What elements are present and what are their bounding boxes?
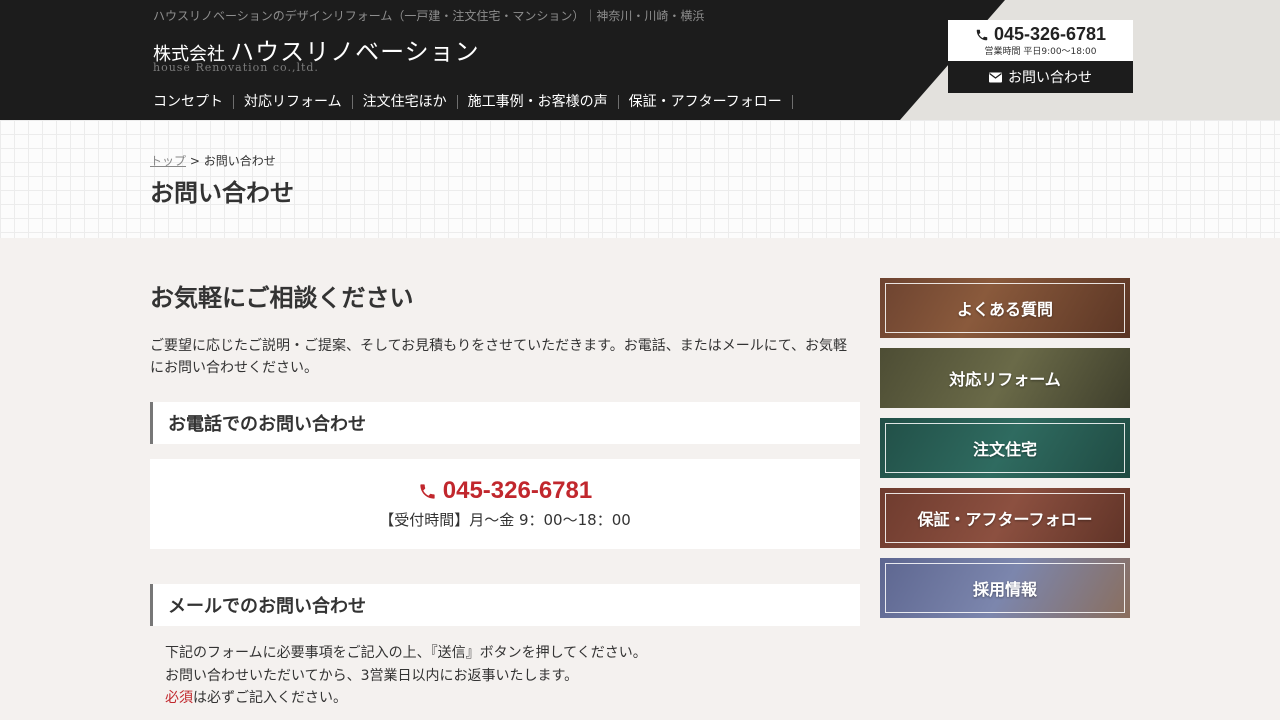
phone-section-heading: お電話でのお問い合わせ	[150, 402, 860, 444]
page-title: お問い合わせ	[150, 179, 294, 207]
lead-heading: お気軽にご相談ください	[150, 284, 414, 312]
lead-paragraph: ご要望に応じたご説明・ご提案、そしてお見積もりをさせていただきます。お電話、また…	[150, 338, 848, 376]
mail-section-heading: メールでのお問い合わせ	[150, 584, 860, 626]
sidebar-item-warranty[interactable]: 保証・アフターフォロー	[880, 488, 1130, 548]
header-tel-box[interactable]: 045-326-6781 営業時間 平日9:00〜18:00	[948, 20, 1133, 61]
breadcrumb-separator: >	[186, 154, 204, 168]
nav-item-warranty[interactable]: 保証・アフターフォロー	[629, 95, 793, 109]
global-nav: コンセプト 対応リフォーム 注文住宅ほか 施工事例・お客様の声 保証・アフターフ…	[153, 95, 803, 109]
phone-card: 045-326-6781 【受付時間】月〜金 9：00〜18：00	[150, 459, 860, 549]
form-intro-line-2: お問い合わせいただいてから、3営業日以内にお返事いたします。	[165, 667, 579, 684]
header-tel-number: 045-326-6781	[993, 24, 1107, 44]
sidebar-item-recruit[interactable]: 採用情報	[880, 558, 1130, 618]
form-intro-line-1: 下記のフォームに必要事項をご記入の上、『送信』ボタンを押してください。	[165, 645, 647, 661]
header-hours: 営業時間 平日9:00〜18:00	[984, 47, 1097, 57]
breadcrumb-current: お問い合わせ	[203, 154, 276, 168]
sidebar-item-label: 採用情報	[972, 580, 1037, 599]
nav-item-custom-home[interactable]: 注文住宅ほか	[363, 95, 458, 109]
nav-item-reform[interactable]: 対応リフォーム	[244, 95, 353, 109]
sidebar-item-custom-home[interactable]: 注文住宅	[880, 418, 1130, 478]
required-label: 必須	[165, 690, 193, 706]
site-tagline: ハウスリノベーションのデザインリフォーム（一戸建・注文住宅・マンション）｜神奈川…	[153, 9, 705, 23]
sidebar: よくある質問 対応リフォーム 注文住宅 保証・アフターフォロー 採用情報	[880, 278, 1130, 628]
header-tel: 045-326-6781	[948, 24, 1133, 45]
breadcrumb-home-link[interactable]: トップ	[150, 154, 186, 168]
site-header: ハウスリノベーションのデザインリフォーム（一戸建・注文住宅・マンション）｜神奈川…	[0, 0, 1280, 120]
phone-number: 045-326-6781	[442, 477, 593, 504]
phone-number-link[interactable]: 045-326-6781	[418, 477, 592, 505]
page-title-band: トップ > お問い合わせ お問い合わせ	[0, 120, 1280, 238]
sidebar-item-label: 保証・アフターフォロー	[917, 510, 1093, 529]
main-content: お気軽にご相談ください ご要望に応じたご説明・ご提案、そしてお見積もりをさせてい…	[150, 278, 860, 710]
phone-icon	[420, 483, 435, 499]
sidebar-item-reform[interactable]: 対応リフォーム	[880, 348, 1130, 408]
phone-icon	[976, 30, 988, 41]
nav-item-concept[interactable]: コンセプト	[153, 95, 234, 109]
phone-hours: 【受付時間】月〜金 9：00〜18：00	[379, 511, 631, 529]
header-contact-button[interactable]: お問い合わせ	[948, 61, 1133, 93]
form-intro: 下記のフォームに必要事項をご記入の上、『送信』ボタンを押してください。 お問い合…	[150, 642, 860, 710]
form-intro-line-3: 必須は必ずご記入ください。	[165, 687, 860, 710]
breadcrumb: トップ > お問い合わせ	[150, 152, 276, 169]
sidebar-item-label: よくある質問	[956, 300, 1053, 319]
required-note: は必ずご記入ください。	[193, 690, 347, 706]
envelope-icon	[989, 72, 1002, 82]
sidebar-item-label: 注文住宅	[972, 440, 1037, 459]
sidebar-item-label: 対応リフォーム	[949, 370, 1061, 389]
header-contact-label: お問い合わせ	[1008, 70, 1092, 86]
logo-subtitle: house Renovation co.,ltd.	[153, 61, 319, 74]
sidebar-item-faq[interactable]: よくある質問	[880, 278, 1130, 338]
nav-item-works[interactable]: 施工事例・お客様の声	[468, 95, 619, 109]
